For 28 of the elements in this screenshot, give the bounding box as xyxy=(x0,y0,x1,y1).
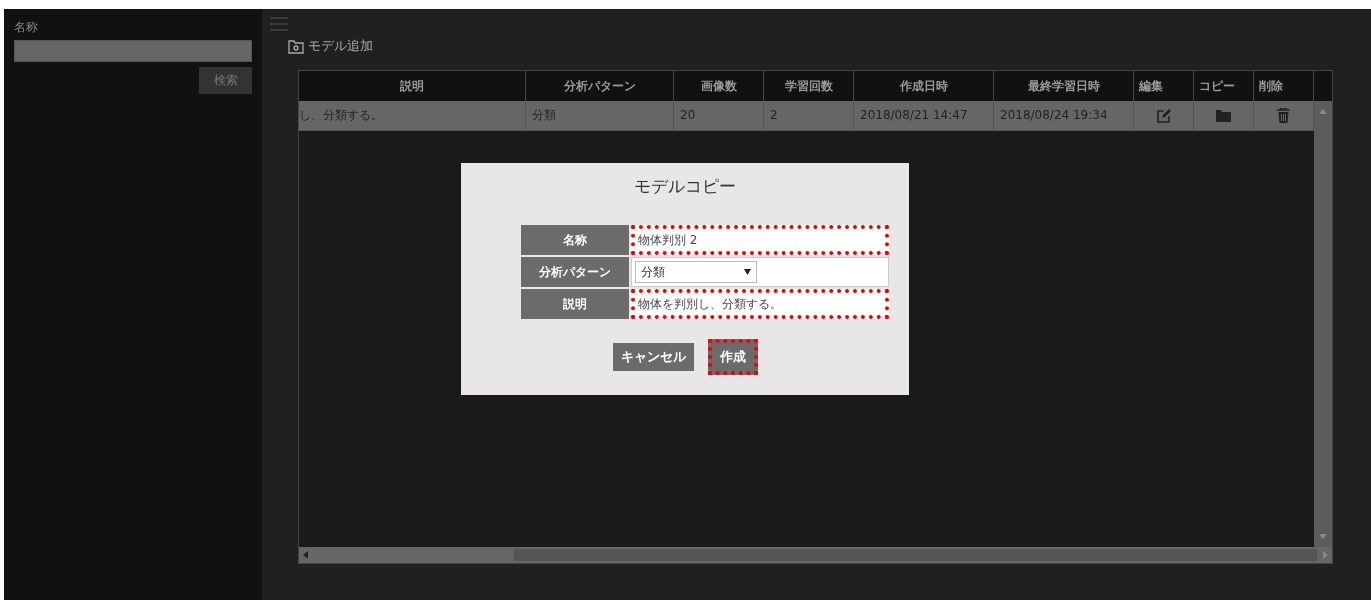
scroll-left-icon[interactable] xyxy=(303,551,308,559)
scroll-right-icon[interactable] xyxy=(1323,551,1328,559)
menu-icon[interactable] xyxy=(270,17,288,31)
name-label: 名称 xyxy=(14,19,39,36)
input-field[interactable]: 物体を判別し、分類する。 xyxy=(631,289,889,319)
scroll-down-icon[interactable] xyxy=(1319,534,1327,539)
input-field[interactable]: 物体判別 2 xyxy=(631,225,889,255)
dropdown[interactable]: 分類 xyxy=(635,261,757,283)
name-input-field[interactable] xyxy=(14,40,252,62)
add-model-button[interactable]: モデル追加 xyxy=(288,37,373,55)
caret-icon xyxy=(744,269,751,275)
horizontal-scrollbar[interactable] xyxy=(299,547,1332,563)
table-cell: 分類 xyxy=(526,101,674,131)
field-label: 名称 xyxy=(521,225,629,255)
table-cell: 2 xyxy=(764,101,854,131)
folder-icon[interactable] xyxy=(1216,109,1231,122)
cancel-button[interactable]: キャンセル xyxy=(612,343,694,371)
trash-icon[interactable] xyxy=(1277,108,1290,123)
edit-icon[interactable] xyxy=(1156,108,1171,123)
table-cell: 2018/08/24 19:34 xyxy=(994,101,1134,131)
create-button[interactable]: 作成 xyxy=(707,339,758,375)
table-cell: 20 xyxy=(674,101,764,131)
vertical-scrollbar[interactable] xyxy=(1314,101,1332,547)
dialog-title: モデルコピー xyxy=(634,175,736,198)
scroll-up-icon[interactable] xyxy=(1319,109,1327,114)
field-label: 説明 xyxy=(521,289,629,319)
table-cell: 2018/08/21 14:47 xyxy=(854,101,994,131)
field-label: 分析パターン xyxy=(521,257,629,287)
